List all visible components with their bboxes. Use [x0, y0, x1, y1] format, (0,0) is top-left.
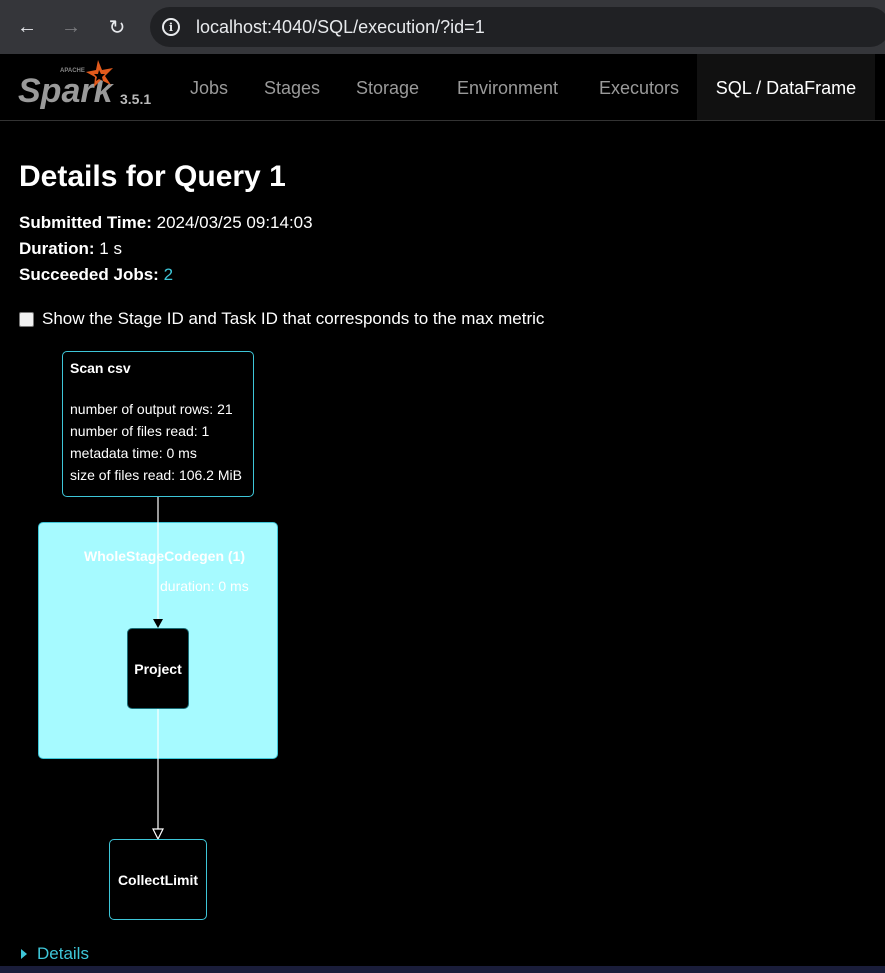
- metric-size-files-read: size of files read: 106.2 MiB: [70, 467, 242, 483]
- node-title: Project: [134, 660, 182, 677]
- project-node[interactable]: Project: [127, 628, 189, 709]
- details-label: Details: [37, 944, 89, 963]
- edge-arrowhead: [153, 619, 163, 628]
- metric-output-rows: number of output rows: 21: [70, 401, 233, 417]
- bottom-strip: [0, 966, 885, 973]
- metric-files-read: number of files read: 1: [70, 423, 210, 439]
- edge-arrowhead: [152, 828, 164, 841]
- node-title: Scan csv: [70, 360, 131, 376]
- collectlimit-node[interactable]: CollectLimit: [109, 839, 207, 920]
- details-toggle[interactable]: Details: [19, 944, 89, 964]
- scan-csv-node[interactable]: Scan csv number of output rows: 21 numbe…: [62, 351, 254, 497]
- caret-right-icon: [21, 949, 27, 959]
- metric-metadata-time: metadata time: 0 ms: [70, 445, 197, 461]
- node-title: CollectLimit: [117, 871, 199, 888]
